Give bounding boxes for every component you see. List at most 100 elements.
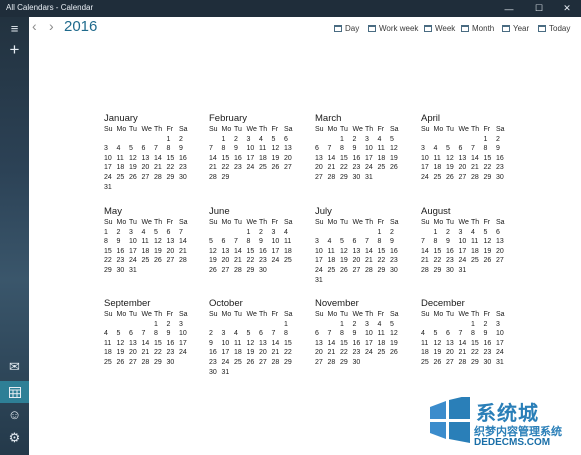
day-cell[interactable]: 23 [353, 348, 366, 358]
day-cell[interactable]: 9 [390, 237, 403, 247]
day-cell[interactable]: 3 [272, 228, 285, 238]
day-cell[interactable]: 25 [284, 256, 297, 266]
day-cell[interactable]: 17 [222, 348, 235, 358]
day-cell[interactable]: 6 [259, 329, 272, 339]
day-cell[interactable]: 29 [434, 266, 447, 276]
day-cell[interactable]: 9 [496, 144, 509, 154]
day-cell[interactable]: 7 [459, 329, 472, 339]
day-cell[interactable]: 29 [471, 358, 484, 368]
day-cell[interactable]: 21 [328, 163, 341, 173]
day-cell[interactable]: 29 [104, 266, 117, 276]
day-cell[interactable]: 15 [378, 247, 391, 257]
day-cell[interactable]: 7 [142, 329, 155, 339]
day-cell[interactable]: 6 [446, 329, 459, 339]
day-cell[interactable]: 9 [179, 144, 192, 154]
day-cell[interactable]: 15 [222, 154, 235, 164]
day-cell[interactable]: 9 [259, 237, 272, 247]
day-cell[interactable]: 9 [353, 144, 366, 154]
hamburger-menu-icon[interactable]: ≡ [0, 17, 29, 39]
day-cell[interactable]: 10 [104, 154, 117, 164]
day-cell[interactable]: 6 [315, 144, 328, 154]
day-cell[interactable]: 24 [459, 256, 472, 266]
month-april[interactable]: April Su Mo Tu We Th Fr Sa 1 2 3 4 5 6 7 8 9 10 11 12 13 14 15… [421, 112, 521, 183]
day-cell[interactable]: 2 [179, 135, 192, 145]
day-cell[interactable]: 3 [365, 320, 378, 330]
day-cell[interactable]: 27 [142, 173, 155, 183]
day-cell[interactable]: 10 [421, 154, 434, 164]
day-cell[interactable]: 26 [154, 256, 167, 266]
day-cell[interactable]: 20 [496, 247, 509, 257]
day-cell[interactable]: 17 [272, 247, 285, 257]
day-cell[interactable]: 26 [340, 266, 353, 276]
day-cell[interactable]: 13 [142, 154, 155, 164]
day-cell[interactable]: 29 [222, 173, 235, 183]
day-cell[interactable]: 22 [284, 348, 297, 358]
day-cell[interactable]: 22 [104, 256, 117, 266]
day-cell[interactable]: 1 [284, 320, 297, 330]
day-cell[interactable]: 16 [353, 339, 366, 349]
day-cell[interactable]: 13 [446, 339, 459, 349]
day-cell[interactable]: 4 [142, 228, 155, 238]
day-cell[interactable]: 5 [390, 320, 403, 330]
day-cell[interactable]: 13 [222, 247, 235, 257]
month-name[interactable]: August [421, 205, 521, 218]
day-cell[interactable]: 7 [272, 329, 285, 339]
day-cell[interactable]: 11 [434, 154, 447, 164]
day-cell[interactable]: 6 [222, 237, 235, 247]
month-november[interactable]: November Su Mo Tu We Th Fr Sa 1 2 3 4 5 6 7 8 9 10 11 12 13 1… [315, 297, 415, 368]
month-name[interactable]: July [315, 205, 415, 218]
day-cell[interactable]: 26 [247, 358, 260, 368]
day-cell[interactable]: 20 [222, 256, 235, 266]
day-cell[interactable]: 28 [365, 266, 378, 276]
day-cell[interactable]: 18 [234, 348, 247, 358]
day-cell[interactable]: 17 [129, 247, 142, 257]
day-cell[interactable]: 23 [259, 256, 272, 266]
day-cell[interactable]: 25 [234, 358, 247, 368]
day-cell[interactable]: 9 [117, 237, 130, 247]
day-cell[interactable]: 31 [129, 266, 142, 276]
day-cell[interactable]: 3 [421, 144, 434, 154]
day-cell[interactable]: 19 [446, 163, 459, 173]
day-cell[interactable]: 13 [496, 237, 509, 247]
day-cell[interactable]: 2 [209, 329, 222, 339]
day-cell[interactable]: 30 [353, 358, 366, 368]
day-cell[interactable]: 31 [365, 173, 378, 183]
day-cell[interactable]: 15 [340, 339, 353, 349]
day-cell[interactable]: 8 [471, 329, 484, 339]
day-cell[interactable]: 24 [247, 163, 260, 173]
month-name[interactable]: June [209, 205, 309, 218]
day-cell[interactable]: 28 [209, 173, 222, 183]
day-cell[interactable]: 27 [222, 266, 235, 276]
day-cell[interactable]: 4 [117, 144, 130, 154]
day-cell[interactable]: 12 [484, 237, 497, 247]
month-january[interactable]: January Su Mo Tu We Th Fr Sa 1 2 3 4 5 6 7 8 9 10 11 12 13 14… [104, 112, 204, 192]
day-cell[interactable]: 16 [179, 154, 192, 164]
day-cell[interactable]: 8 [434, 237, 447, 247]
day-cell[interactable]: 28 [471, 173, 484, 183]
day-cell[interactable]: 4 [421, 329, 434, 339]
day-cell[interactable]: 17 [104, 163, 117, 173]
day-cell[interactable]: 5 [272, 135, 285, 145]
month-october[interactable]: October Su Mo Tu We Th Fr Sa 1 2 3 4 5 6 7 8 9 10 11 12 13 14… [209, 297, 309, 377]
day-view-button[interactable]: Day [334, 21, 359, 35]
day-cell[interactable]: 27 [129, 358, 142, 368]
day-cell[interactable]: 25 [378, 348, 391, 358]
day-cell[interactable]: 1 [484, 135, 497, 145]
day-cell[interactable]: 6 [284, 135, 297, 145]
day-cell[interactable]: 19 [390, 154, 403, 164]
day-cell[interactable]: 4 [434, 144, 447, 154]
day-cell[interactable]: 8 [484, 144, 497, 154]
day-cell[interactable]: 9 [446, 237, 459, 247]
day-cell[interactable]: 31 [459, 266, 472, 276]
month-name[interactable]: February [209, 112, 309, 125]
day-cell[interactable]: 15 [167, 154, 180, 164]
day-cell[interactable]: 13 [315, 339, 328, 349]
day-cell[interactable]: 24 [365, 348, 378, 358]
day-cell[interactable]: 10 [247, 144, 260, 154]
day-cell[interactable]: 21 [459, 348, 472, 358]
day-cell[interactable]: 26 [390, 163, 403, 173]
day-cell[interactable]: 5 [209, 237, 222, 247]
day-cell[interactable]: 29 [167, 173, 180, 183]
day-cell[interactable]: 19 [117, 348, 130, 358]
day-cell[interactable]: 20 [315, 163, 328, 173]
